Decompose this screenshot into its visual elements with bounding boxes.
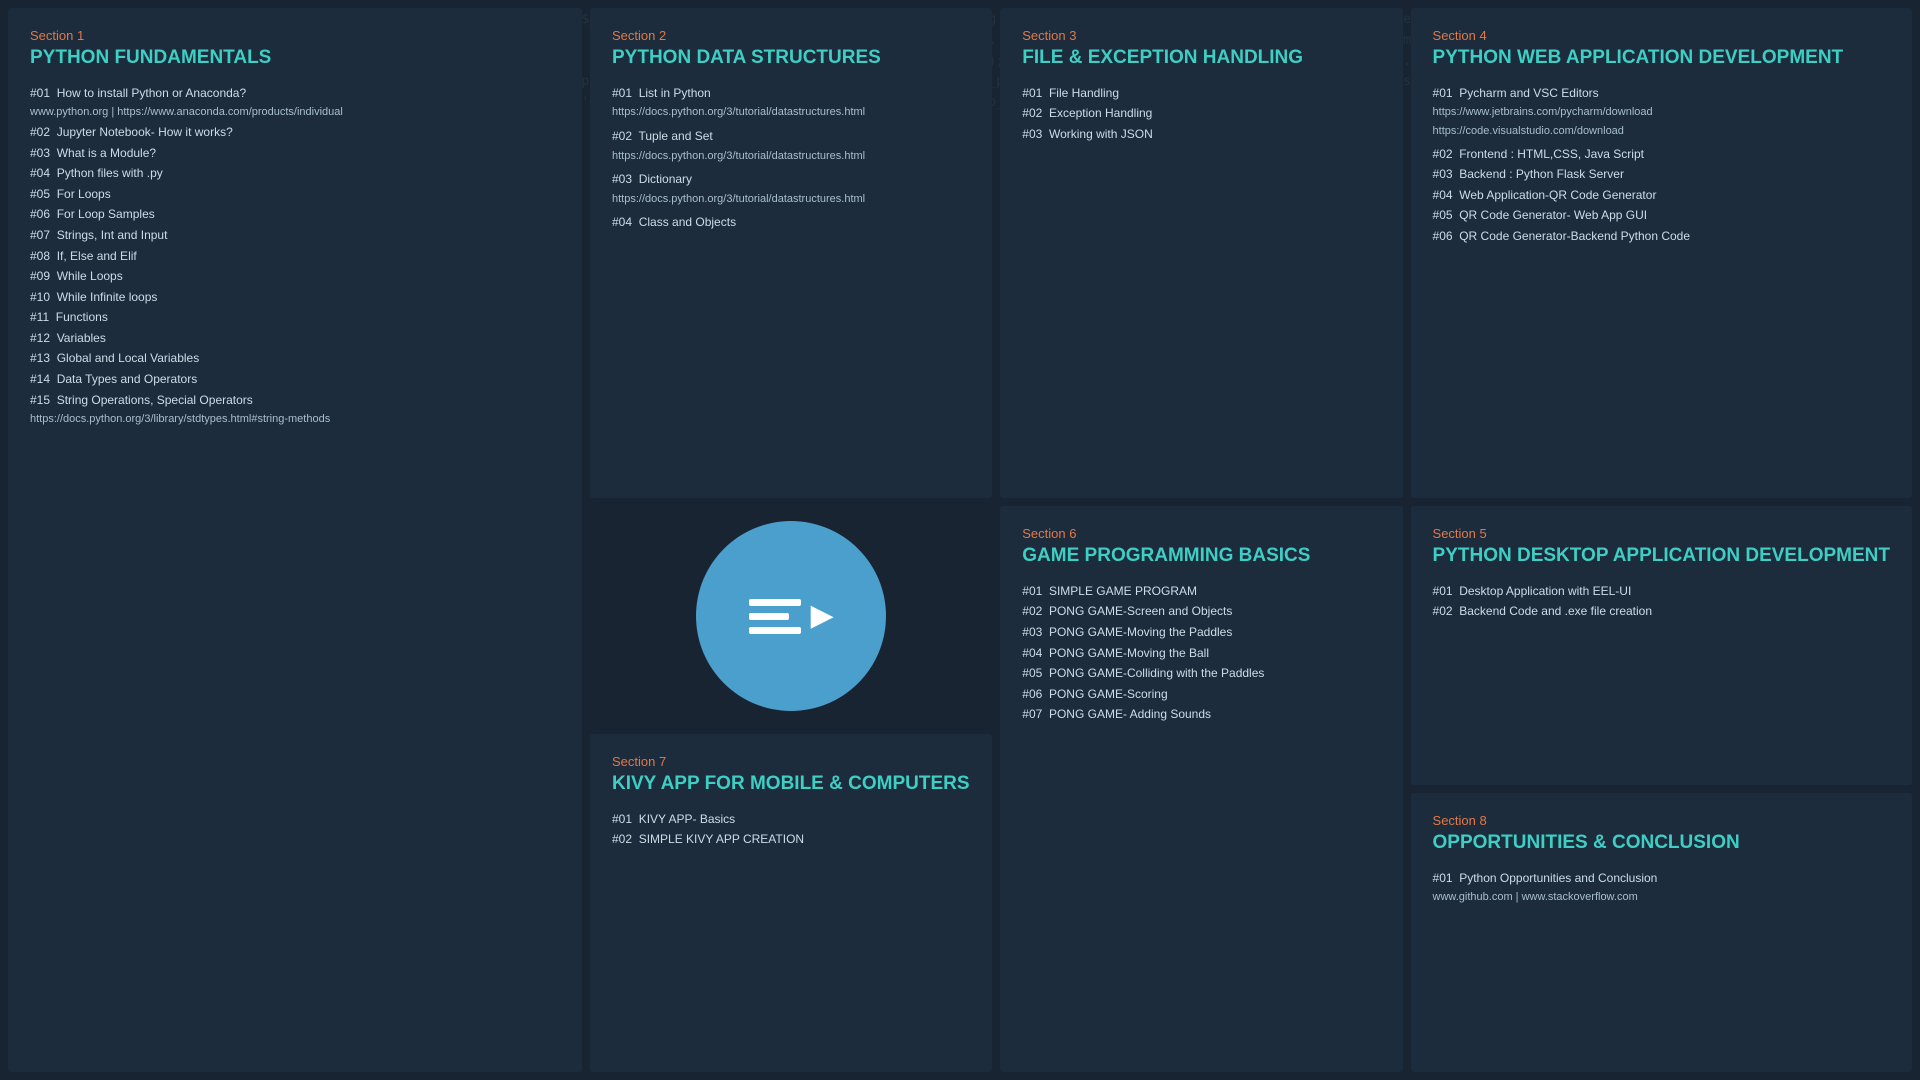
list-item: #07 PONG GAME- Adding Sounds [1022,705,1380,724]
logo-line-2 [749,613,789,620]
section-3-label: Section 3 [1022,28,1380,43]
list-item: #01 Python Opportunities and Conclusionw… [1433,869,1890,906]
logo-play-icon: ▶ [811,601,834,631]
section-8-label: Section 8 [1433,813,1890,828]
section-7-items: #01 KIVY APP- Basics #02 SIMPLE KIVY APP… [612,810,970,849]
list-item: #03 Backend : Python Flask Server [1433,165,1890,184]
section-2-card: Section 2 PYTHON DATA STRUCTURES #01 Lis… [590,8,992,498]
section-3-card: Section 3 FILE & EXCEPTION HANDLING #01 … [1000,8,1402,498]
section-5-label: Section 5 [1433,526,1890,541]
list-item: #04 PONG GAME-Moving the Ball [1022,644,1380,663]
list-item: #14 Data Types and Operators [30,370,560,389]
section-2-title: PYTHON DATA STRUCTURES [612,46,970,70]
section-6-items: #01 SIMPLE GAME PROGRAM #02 PONG GAME-Sc… [1022,582,1380,724]
logo-line-1 [749,599,801,606]
section-5-card: Section 5 PYTHON DESKTOP APPLICATION DEV… [1411,506,1912,785]
section-8-card: Section 8 OPPORTUNITIES & CONCLUSION #01… [1411,793,1912,1072]
list-item: #05 PONG GAME-Colliding with the Paddles [1022,664,1380,683]
list-item: #01 How to install Python or Anaconda?ww… [30,84,560,121]
list-item: #01 SIMPLE GAME PROGRAM [1022,582,1380,601]
section-1-label: Section 1 [30,28,560,43]
list-item: #03 What is a Module? [30,144,560,163]
section-3-title: FILE & EXCEPTION HANDLING [1022,46,1380,70]
section-6-title: GAME PROGRAMMING BASICS [1022,544,1380,568]
list-item: #02 Tuple and Sethttps://docs.python.org… [612,127,970,164]
list-item: #08 If, Else and Elif [30,247,560,266]
section-3-items: #01 File Handling #02 Exception Handling… [1022,84,1380,144]
section-1-card: Section 1 PYTHON FUNDAMENTALS #01 How to… [8,8,582,1072]
list-item: #04 Web Application-QR Code Generator [1433,186,1890,205]
list-item: #02 Frontend : HTML,CSS, Java Script [1433,145,1890,164]
list-item: #01 List in Pythonhttps://docs.python.or… [612,84,970,121]
list-item: #06 PONG GAME-Scoring [1022,685,1380,704]
section-8-title: OPPORTUNITIES & CONCLUSION [1433,831,1890,855]
list-item: #07 Strings, Int and Input [30,226,560,245]
logo-circle: ▶ [696,521,886,711]
list-item: #11 Functions [30,308,560,327]
list-item: #13 Global and Local Variables [30,349,560,368]
section-6-card: Section 6 GAME PROGRAMMING BASICS #01 SI… [1000,506,1402,1072]
list-item: #01 Desktop Application with EEL-UI [1433,582,1890,601]
section-5-title: PYTHON DESKTOP APPLICATION DEVELOPMENT [1433,544,1890,568]
logo-inner: ▶ [749,599,834,634]
list-item: #06 For Loop Samples [30,205,560,224]
list-item: #03 Working with JSON [1022,125,1380,144]
list-item: #04 Class and Objects [612,213,970,232]
list-item: #01 File Handling [1022,84,1380,103]
section-1-items: #01 How to install Python or Anaconda?ww… [30,84,560,428]
list-item: #09 While Loops [30,267,560,286]
section-5-items: #01 Desktop Application with EEL-UI #02 … [1433,582,1890,621]
logo-area: ▶ [590,506,992,726]
section-7-title: KIVY APP FOR MOBILE & COMPUTERS [612,772,970,796]
logo-line-3 [749,627,801,634]
list-item: #05 For Loops [30,185,560,204]
list-item: #02 Backend Code and .exe file creation [1433,602,1890,621]
section-8-items: #01 Python Opportunities and Conclusionw… [1433,869,1890,906]
section-4-title: PYTHON WEB APPLICATION DEVELOPMENT [1433,46,1890,70]
logo-lines [749,599,801,634]
section-2-items: #01 List in Pythonhttps://docs.python.or… [612,84,970,232]
list-item: #04 Python files with .py [30,164,560,183]
list-item: #06 QR Code Generator-Backend Python Cod… [1433,227,1890,246]
list-item: #15 String Operations, Special Operators… [30,391,560,428]
list-item: #03 Dictionaryhttps://docs.python.org/3/… [612,170,970,207]
list-item: #12 Variables [30,329,560,348]
section-7-card: Section 7 KIVY APP FOR MOBILE & COMPUTER… [590,734,992,1072]
list-item: #02 SIMPLE KIVY APP CREATION [612,830,970,849]
section-1-title: PYTHON FUNDAMENTALS [30,46,560,70]
list-item: #02 Jupyter Notebook- How it works? [30,123,560,142]
list-item: #03 PONG GAME-Moving the Paddles [1022,623,1380,642]
section-6-label: Section 6 [1022,526,1380,541]
list-item: #05 QR Code Generator- Web App GUI [1433,206,1890,225]
list-item: #10 While Infinite loops [30,288,560,307]
section-4-label: Section 4 [1433,28,1890,43]
list-item: #02 PONG GAME-Screen and Objects [1022,602,1380,621]
section-2-label: Section 2 [612,28,970,43]
section-4-items: #01 Pycharm and VSC Editorshttps://www.j… [1433,84,1890,246]
page: <?php body_class(); ?> $theme_opt $logo_… [0,0,1920,1080]
list-item: #01 Pycharm and VSC Editorshttps://www.j… [1433,84,1890,140]
list-item: #02 Exception Handling [1022,104,1380,123]
list-item: #01 KIVY APP- Basics [612,810,970,829]
section-4-card: Section 4 PYTHON WEB APPLICATION DEVELOP… [1411,8,1912,498]
section-7-label: Section 7 [612,754,970,769]
